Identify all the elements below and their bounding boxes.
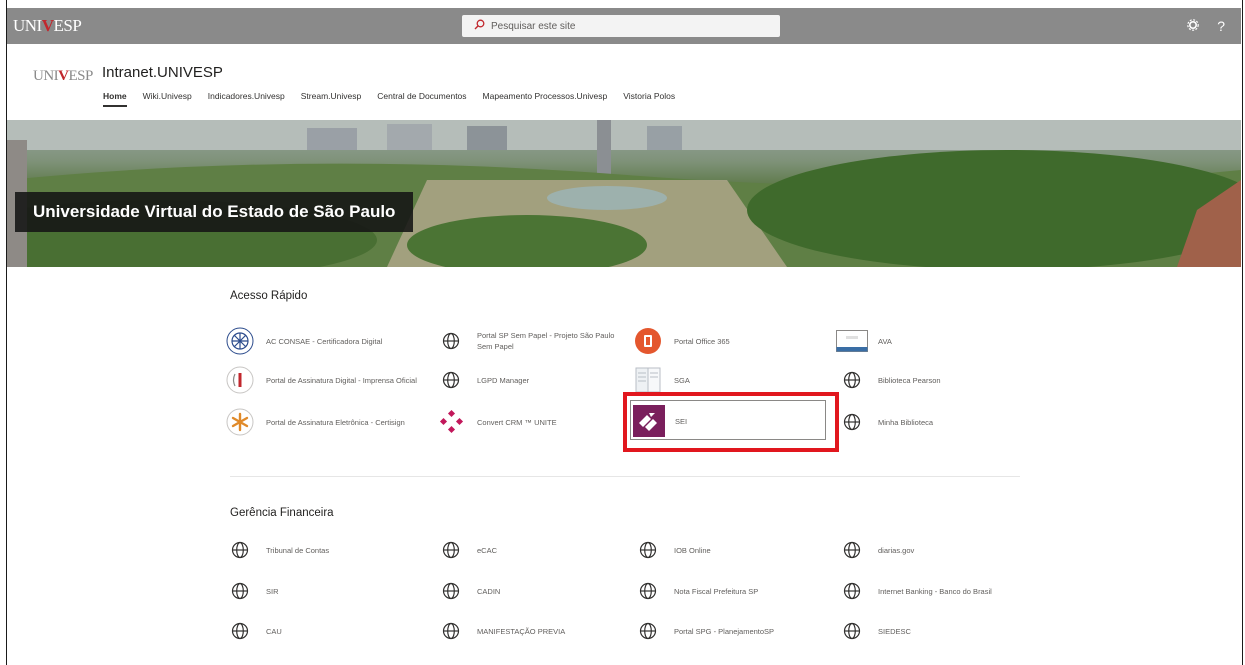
sei-highlight-box: [623, 392, 839, 452]
search-placeholder: Pesquisar este site: [491, 20, 576, 32]
quick-link-imprensa-oficial[interactable]: Portal de Assinatura Digital - Imprensa …: [224, 362, 420, 398]
finance-link-internet-banking[interactable]: Internet Banking - Banco do Brasil: [836, 573, 1032, 609]
nav-item-indicadores[interactable]: Indicadores.Univesp: [208, 91, 285, 107]
link-label: IOB Online: [674, 545, 711, 555]
globe-icon: [836, 575, 868, 607]
gear-icon[interactable]: [1187, 18, 1200, 34]
globe-icon: [836, 406, 868, 438]
link-label: MANIFESTAÇÃO PREVIA: [477, 626, 566, 636]
finance-link-siedesc[interactable]: SIEDESC: [836, 613, 1032, 649]
link-label: SGA: [674, 375, 690, 385]
finance-link-nota-fiscal[interactable]: Nota Fiscal Prefeitura SP: [632, 573, 828, 609]
finance-link-portal-spg[interactable]: Portal SPG - PlanejamentoSP: [632, 613, 828, 649]
link-label: Minha Biblioteca: [878, 417, 934, 427]
finance-link-ecac[interactable]: eCAC: [435, 532, 631, 568]
hero-banner: Universidade Virtual do Estado de São Pa…: [7, 120, 1241, 267]
quick-link-biblioteca-pearson[interactable]: Biblioteca Pearson: [836, 362, 1032, 398]
search-icon: [474, 17, 485, 35]
globe-icon: [632, 615, 664, 647]
globe-icon: [224, 615, 256, 647]
univesp-app-logo[interactable]: UNIVESP: [9, 8, 85, 44]
finance-link-iob-online[interactable]: IOB Online: [632, 532, 828, 568]
link-label: LGPD Manager: [477, 375, 530, 385]
finance-link-sir[interactable]: SIR: [224, 573, 420, 609]
imprensa-oficial-logo-icon: [224, 364, 256, 396]
consae-logo-icon: [224, 325, 256, 357]
finance-link-diarias-gov[interactable]: diarias.gov: [836, 532, 1032, 568]
site-header: UNIVESP Intranet.UNIVESP Home Wiki.Unive…: [7, 44, 1241, 120]
ava-thumbnail-icon: [836, 325, 868, 357]
globe-icon: [435, 325, 467, 357]
globe-icon: [435, 575, 467, 607]
link-label: Portal Office 365: [674, 336, 730, 346]
nav-item-mapeamento-processos[interactable]: Mapeamento Processos.Univesp: [483, 91, 608, 107]
section-divider: [230, 476, 1020, 477]
suite-bar: UNIVESP Pesquisar este site ?: [7, 8, 1241, 44]
link-label: CADIN: [477, 586, 501, 596]
globe-icon: [836, 364, 868, 396]
frame-right-border: [1242, 0, 1243, 665]
globe-icon: [632, 534, 664, 566]
globe-icon: [435, 364, 467, 396]
office-icon: [632, 325, 664, 357]
globe-icon: [224, 534, 256, 566]
help-button[interactable]: ?: [1217, 18, 1225, 34]
quick-link-office-365[interactable]: Portal Office 365: [632, 323, 828, 359]
quick-link-certisign[interactable]: Portal de Assinatura Eletrônica - Certis…: [224, 404, 420, 440]
link-label: Convert CRM ™ UNITE: [477, 417, 557, 427]
quick-link-ac-consae[interactable]: AC CONSAE - Certificadora Digital: [224, 323, 420, 359]
nav-item-wiki[interactable]: Wiki.Univesp: [143, 91, 192, 107]
site-title[interactable]: Intranet.UNIVESP: [102, 64, 223, 81]
quick-access-title: Acesso Rápido: [230, 290, 308, 302]
hero-caption: Universidade Virtual do Estado de São Pa…: [15, 192, 414, 232]
link-label: Portal de Assinatura Digital - Imprensa …: [266, 375, 417, 385]
link-label: Internet Banking - Banco do Brasil: [878, 586, 992, 596]
link-label: eCAC: [477, 545, 498, 555]
finance-section-title: Gerência Financeira: [230, 507, 334, 519]
finance-link-tribunal-contas[interactable]: Tribunal de Contas: [224, 532, 420, 568]
link-label: Portal SP Sem Papel - Projeto São Paulo …: [477, 331, 615, 351]
nav-item-vistoria-polos[interactable]: Vistoria Polos: [623, 91, 675, 107]
site-search-box[interactable]: Pesquisar este site: [462, 15, 780, 37]
quick-link-convert-crm[interactable]: Convert CRM ™ UNITE: [435, 404, 631, 440]
nav-item-central-documentos[interactable]: Central de Documentos: [377, 91, 466, 107]
globe-icon: [836, 615, 868, 647]
link-label: Nota Fiscal Prefeitura SP: [674, 586, 759, 596]
finance-link-cadin[interactable]: CADIN: [435, 573, 631, 609]
globe-icon: [836, 534, 868, 566]
link-label: AC CONSAE - Certificadora Digital: [266, 336, 383, 346]
convert-crm-logo-icon: [435, 406, 467, 438]
quick-link-ava[interactable]: AVA: [836, 323, 1032, 359]
finance-link-cau[interactable]: CAU: [224, 613, 420, 649]
link-label: SIR: [266, 586, 279, 596]
link-label: Portal de Assinatura Eletrônica - Certis…: [266, 417, 405, 427]
globe-icon: [435, 615, 467, 647]
site-logo[interactable]: UNIVESP: [33, 68, 93, 85]
quick-link-sp-sem-papel[interactable]: Portal SP Sem Papel - Projeto São Paulo …: [435, 323, 631, 359]
link-label: AVA: [878, 336, 892, 346]
link-label: CAU: [266, 626, 282, 636]
site-navigation: Home Wiki.Univesp Indicadores.Univesp St…: [103, 91, 691, 107]
link-label: SIEDESC: [878, 626, 911, 636]
certisign-logo-icon: [224, 406, 256, 438]
link-label: Portal SPG - PlanejamentoSP: [674, 626, 775, 636]
link-label: Tribunal de Contas: [266, 545, 330, 555]
globe-icon: [435, 534, 467, 566]
nav-item-home[interactable]: Home: [103, 91, 127, 107]
quick-link-minha-biblioteca[interactable]: Minha Biblioteca: [836, 404, 1032, 440]
finance-link-manifestacao-previa[interactable]: MANIFESTAÇÃO PREVIA: [435, 613, 631, 649]
globe-icon: [632, 575, 664, 607]
quick-link-lgpd-manager[interactable]: LGPD Manager: [435, 362, 631, 398]
globe-icon: [224, 575, 256, 607]
link-label: Biblioteca Pearson: [878, 375, 941, 385]
nav-item-stream[interactable]: Stream.Univesp: [301, 91, 361, 107]
link-label: diarias.gov: [878, 545, 915, 555]
